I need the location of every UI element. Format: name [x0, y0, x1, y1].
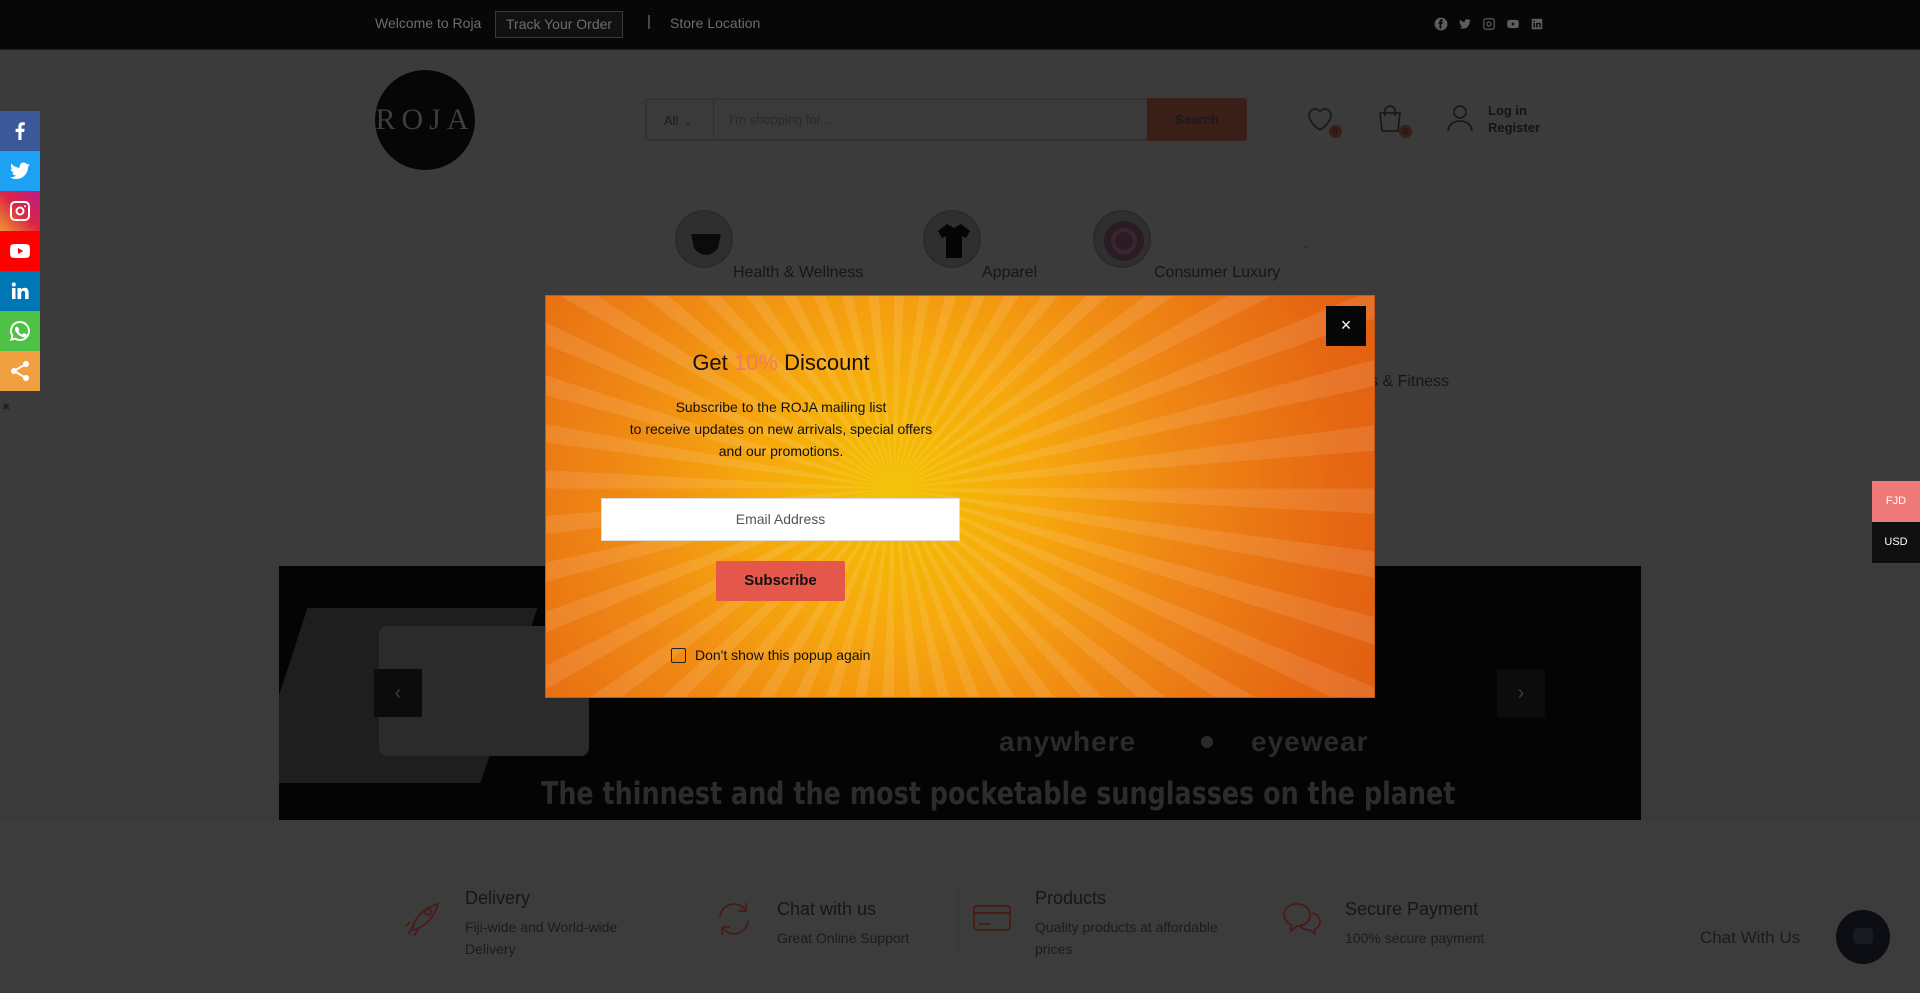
cart-count: 0	[1399, 125, 1412, 138]
newsletter-popup: × Get 10% Discount Subscribe to the ROJA…	[545, 295, 1375, 698]
feature-description: Fiji-wide and World-wide Delivery	[465, 919, 618, 957]
top-bar: Welcome to Roja Track Your Order | Store…	[0, 0, 1920, 50]
mask-icon	[691, 234, 721, 255]
popup-title: Get 10% Discount	[546, 350, 1016, 376]
refresh-icon	[712, 897, 756, 941]
chat-widget-label[interactable]: Chat With Us	[1700, 928, 1800, 948]
site-logo[interactable]: ROJA	[375, 70, 475, 170]
wishlist-button[interactable]: 0	[1304, 103, 1342, 138]
search-category-select[interactable]: All ⌄	[647, 100, 714, 139]
popup-description-line: to receive updates on new arrivals, spec…	[629, 421, 933, 437]
category-apparel-image[interactable]	[923, 210, 981, 268]
feature-description: 100% secure payment	[1345, 930, 1485, 946]
cart-button[interactable]: 0	[1374, 103, 1412, 138]
logo-text: ROJA	[375, 103, 475, 136]
shirt-icon	[938, 224, 970, 258]
email-field[interactable]: Email Address	[601, 498, 960, 541]
category-consumer-luxury-image[interactable]	[1093, 210, 1151, 268]
popup-discount-percent: 10%	[733, 350, 778, 375]
linkedin-icon[interactable]	[1530, 17, 1544, 31]
category-label[interactable]: Apparel	[982, 264, 1037, 282]
instagram-icon[interactable]	[1482, 17, 1496, 31]
facebook-icon[interactable]	[1434, 17, 1448, 31]
dont-show-checkbox[interactable]	[671, 648, 686, 663]
banner-tagline-right: eyewear	[1251, 726, 1369, 757]
login-link[interactable]: Log in	[1488, 102, 1540, 119]
popup-title-suffix: Discount	[784, 350, 870, 375]
dont-show-label[interactable]: Don't show this popup again	[695, 647, 870, 663]
feature-title: Delivery	[465, 888, 531, 908]
wishlist-count: 0	[1329, 125, 1342, 138]
category-health-wellness-image[interactable]	[675, 210, 733, 268]
card-icon	[970, 896, 1014, 940]
banner-prev-arrow-icon[interactable]: ‹	[374, 669, 422, 717]
feature-divider	[958, 888, 959, 953]
subscribe-button[interactable]: Subscribe	[716, 561, 845, 601]
popup-description-line: and our promotions.	[718, 443, 844, 459]
features-strip	[0, 820, 1920, 993]
currency-option-fjd[interactable]: FJD	[1872, 481, 1920, 522]
user-icon[interactable]	[1444, 101, 1476, 133]
twitter-icon[interactable]	[1458, 17, 1472, 31]
banner-next-arrow-icon[interactable]: ›	[1497, 669, 1545, 717]
chat-bubbles-icon	[1280, 897, 1324, 941]
store-location-link[interactable]: Store Location	[670, 15, 760, 31]
share-linkedin-icon[interactable]	[0, 271, 40, 311]
feature-title: Chat with us	[777, 899, 877, 919]
search-input[interactable]: I'm shopping for...	[729, 112, 831, 127]
rocket-icon	[400, 896, 444, 940]
feature-description: Great Online Support	[777, 930, 910, 946]
search-bar: All ⌄ I'm shopping for... Search	[645, 98, 1247, 141]
chevron-down-icon: ⌄	[684, 117, 692, 127]
feature-description: Quality products at affordable prices	[1035, 919, 1218, 957]
share-whatsapp-icon[interactable]	[0, 311, 40, 351]
banner-slogan: The thinnest and the most pocketable sun…	[541, 776, 1456, 812]
category-label[interactable]: Health & Wellness	[733, 264, 863, 282]
hide-share-bar-icon[interactable]: ✖	[2, 402, 10, 413]
feature-title: Secure Payment	[1345, 899, 1479, 919]
top-bar-separator: |	[647, 13, 651, 30]
register-link[interactable]: Register	[1488, 119, 1540, 136]
currency-option-usd[interactable]: USD	[1872, 522, 1920, 563]
share-twitter-icon[interactable]	[0, 151, 40, 191]
social-links	[1434, 17, 1544, 31]
chat-widget-button[interactable]	[1836, 910, 1890, 964]
banner-tagline-left: anywhere	[999, 726, 1137, 757]
account-links: Log in Register	[1488, 102, 1540, 136]
category-label[interactable]: Consumer Luxury	[1154, 264, 1280, 282]
luxury-icon	[1104, 221, 1144, 261]
youtube-icon[interactable]	[1506, 17, 1520, 31]
share-facebook-icon[interactable]	[0, 111, 40, 151]
banner-dot	[1201, 736, 1213, 748]
share-youtube-icon[interactable]	[0, 231, 40, 271]
popup-description: Subscribe to the ROJA mailing list to re…	[606, 396, 956, 462]
search-button[interactable]: Search	[1147, 98, 1247, 141]
category-label-partial[interactable]: s & Fitness	[1370, 373, 1449, 391]
search-category-value: All	[664, 113, 679, 128]
chevron-down-icon[interactable]: ⌄	[1300, 236, 1312, 253]
share-instagram-icon[interactable]	[0, 191, 40, 231]
close-icon[interactable]: ×	[1326, 306, 1366, 346]
share-more-icon[interactable]	[0, 351, 40, 391]
welcome-text: Welcome to Roja	[375, 15, 482, 31]
popup-description-line: Subscribe to the ROJA mailing list	[675, 399, 887, 415]
popup-title-prefix: Get	[692, 350, 728, 375]
track-order-link[interactable]: Track Your Order	[495, 11, 624, 38]
feature-title: Products	[1035, 888, 1107, 908]
social-share-bar	[0, 111, 40, 391]
